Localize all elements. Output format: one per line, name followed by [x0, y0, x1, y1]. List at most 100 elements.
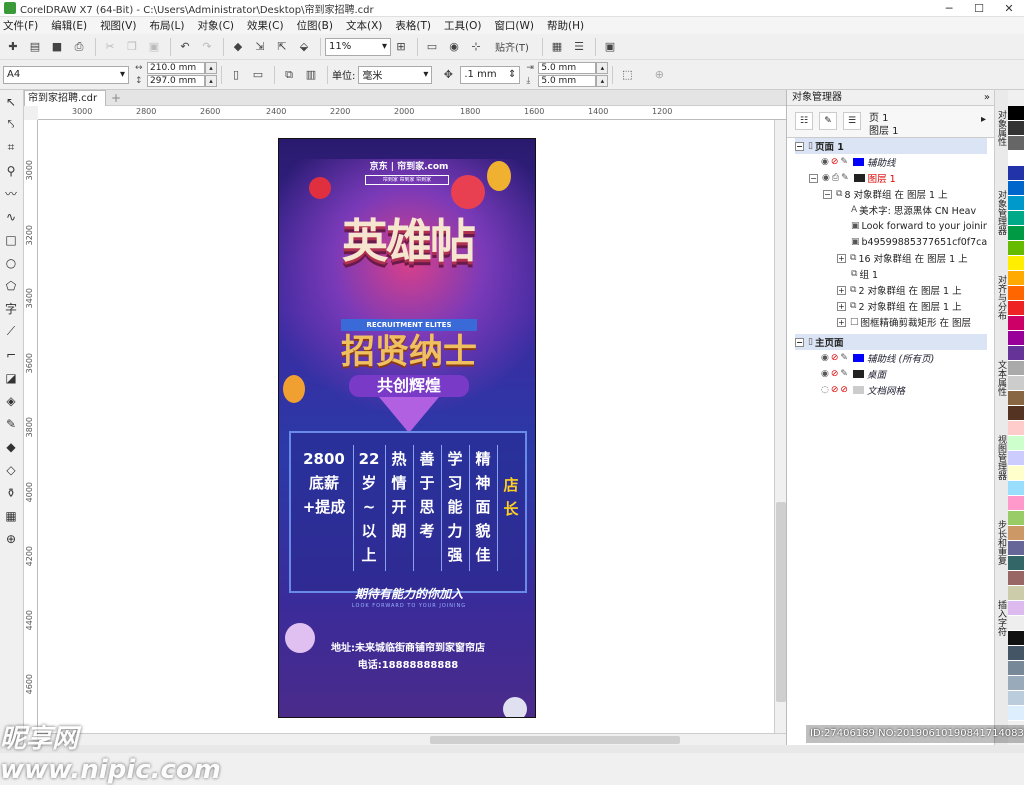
tree-object[interactable]: ▣ Look forward to your joinin [795, 218, 987, 234]
app-launcher-icon[interactable]: ☰ [569, 37, 589, 57]
tree-layer-grid[interactable]: ◌ ⊘ ⊘ 文档网格 [795, 382, 987, 398]
full-screen-icon[interactable]: ▭ [422, 37, 442, 57]
eye-icon[interactable]: ◉ [822, 173, 830, 183]
palette-swatch[interactable] [1008, 646, 1024, 661]
current-page-icon[interactable]: ▥ [301, 65, 321, 85]
print-disabled-icon[interactable]: ⊘ [831, 385, 839, 395]
mesh-fill-icon[interactable]: ▦ [0, 504, 22, 527]
dup-x-input[interactable]: 5.0 mm [538, 62, 597, 74]
palette-swatch[interactable] [1008, 466, 1024, 481]
crop-tool-icon[interactable]: ⌗ [0, 136, 22, 159]
palette-swatch[interactable] [1008, 451, 1024, 466]
print-disabled-icon[interactable]: ⊘ [831, 353, 839, 363]
page-size-select[interactable]: A4 ▾ [3, 65, 129, 84]
collapse-icon[interactable]: − [823, 189, 832, 199]
drop-shadow-icon[interactable]: ◪ [0, 366, 22, 389]
search-content-icon[interactable]: ◆ [228, 37, 248, 57]
collapse-icon[interactable]: − [809, 173, 818, 183]
palette-swatch[interactable] [1008, 301, 1024, 316]
palette-swatch[interactable] [1008, 346, 1024, 361]
menu-bitmaps[interactable]: 位图(B) [297, 18, 333, 33]
transparency-tool-icon[interactable]: ◈ [0, 389, 22, 412]
tab-align-distribute[interactable]: 对齐与分布 [996, 275, 1008, 320]
snap-to-button[interactable]: 贴齐(T) [488, 37, 536, 57]
menu-effects[interactable]: 效果(C) [247, 18, 284, 33]
palette-swatch[interactable] [1008, 361, 1024, 376]
scroll-thumb[interactable] [430, 736, 680, 744]
panel-menu-icon[interactable]: ▸ [981, 114, 986, 125]
freehand-tool-icon[interactable]: 〰 [0, 182, 22, 205]
tree-layer-guides[interactable]: ◉ ⊘ ✎ 辅助线 [795, 154, 987, 170]
tree-object[interactable]: + ⧉ 2 对象群组 在 图层 1 上 [795, 282, 987, 298]
tree-layer-all-guides[interactable]: ◉ ⊘ ✎ 辅助线 (所有页) [795, 350, 987, 366]
palette-swatch[interactable] [1008, 151, 1024, 166]
palette-swatch[interactable] [1008, 706, 1024, 721]
palette-swatch[interactable] [1008, 541, 1024, 556]
tree-layer-desktop[interactable]: ◉ ⊘ ✎ 桌面 [795, 366, 987, 382]
nudge-distance-input[interactable]: .1 mm ⇕ [460, 65, 521, 84]
pen-icon[interactable]: ✎ [840, 369, 848, 379]
all-pages-icon[interactable]: ⧉ [279, 65, 299, 85]
pen-icon[interactable]: ✎ [841, 173, 849, 183]
eye-icon[interactable]: ◉ [821, 157, 829, 167]
expand-icon[interactable]: + [837, 317, 846, 327]
edit-across-layers-icon[interactable]: ✎ [819, 112, 837, 130]
shape-tool-icon[interactable]: ⤣ [0, 113, 22, 136]
palette-swatch[interactable] [1008, 616, 1024, 631]
palette-swatch[interactable] [1008, 481, 1024, 496]
width-spinner[interactable]: ▴ [205, 62, 217, 74]
expand-icon[interactable]: + [837, 285, 846, 295]
expand-icon[interactable]: + [837, 253, 846, 263]
layer-manager-view-icon[interactable]: ☰ [843, 112, 861, 130]
menu-file[interactable]: 文件(F) [3, 18, 38, 33]
palette-swatch[interactable] [1008, 601, 1024, 616]
expand-icon[interactable]: + [837, 301, 846, 311]
palette-swatch[interactable] [1008, 316, 1024, 331]
print-disabled-icon[interactable]: ⊘ [831, 369, 839, 379]
eye-icon[interactable]: ◉ [821, 353, 829, 363]
menu-layout[interactable]: 布局(L) [149, 18, 184, 33]
eye-icon[interactable]: ◉ [821, 369, 829, 379]
zoom-tool-icon[interactable]: ⚲ [0, 159, 22, 182]
page-height-input[interactable]: 297.0 mm [147, 75, 205, 87]
tree-page-1[interactable]: − ▯ 页面 1 [795, 138, 987, 154]
page-width-input[interactable]: 210.0 mm [147, 62, 205, 74]
palette-swatch[interactable] [1008, 376, 1024, 391]
poster-artwork[interactable]: 京东 | 帘到家.com 帘到家 帘到家 帘到家 英雄帖 RECRUITMENT… [278, 138, 536, 718]
pen-icon[interactable]: ✎ [840, 157, 848, 167]
palette-swatch[interactable] [1008, 331, 1024, 346]
new-document-icon[interactable]: ✚ [3, 37, 23, 57]
palette-swatch[interactable] [1008, 586, 1024, 601]
palette-swatch[interactable] [1008, 271, 1024, 286]
interactive-fill-icon[interactable]: ◆ [0, 435, 22, 458]
smart-fill-icon[interactable]: ◇ [0, 458, 22, 481]
show-rulers-icon[interactable]: ◉ [444, 37, 464, 57]
palette-swatch[interactable] [1008, 511, 1024, 526]
dup-y-input[interactable]: 5.0 mm [538, 75, 597, 87]
tab-text-properties[interactable]: 文本属性 [996, 360, 1008, 396]
ellipse-tool-icon[interactable]: ○ [0, 251, 22, 274]
panel-close-icon[interactable]: » [984, 90, 990, 106]
palette-swatch[interactable] [1008, 661, 1024, 676]
options-icon[interactable]: ▦ [547, 37, 567, 57]
publish-pdf-icon[interactable]: ⬙ [294, 37, 314, 57]
redo-icon[interactable]: ↷ [197, 37, 217, 57]
copy-icon[interactable]: ❐ [122, 37, 142, 57]
color-eyedropper-icon[interactable]: ✎ [0, 412, 22, 435]
minimize-button[interactable]: ─ [934, 0, 964, 17]
portrait-icon[interactable]: ▯ [226, 65, 246, 85]
menu-window[interactable]: 窗口(W) [494, 18, 534, 33]
save-icon[interactable]: ■ [47, 37, 67, 57]
rectangle-tool-icon[interactable]: □ [0, 228, 22, 251]
import-icon[interactable]: ⇲ [250, 37, 270, 57]
palette-swatch[interactable] [1008, 571, 1024, 586]
dup-x-spinner[interactable]: ▴ [596, 62, 609, 74]
connector-tool-icon[interactable]: ⌐ [0, 343, 22, 366]
height-spinner[interactable]: ▴ [205, 75, 217, 87]
menu-tools[interactable]: 工具(O) [444, 18, 481, 33]
menu-help[interactable]: 帮助(H) [547, 18, 584, 33]
palette-swatch[interactable] [1008, 196, 1024, 211]
vertical-scrollbar[interactable] [774, 120, 786, 740]
units-select[interactable]: 毫米 ▾ [358, 65, 433, 84]
zoom-page-icon[interactable]: ⊞ [391, 37, 411, 57]
